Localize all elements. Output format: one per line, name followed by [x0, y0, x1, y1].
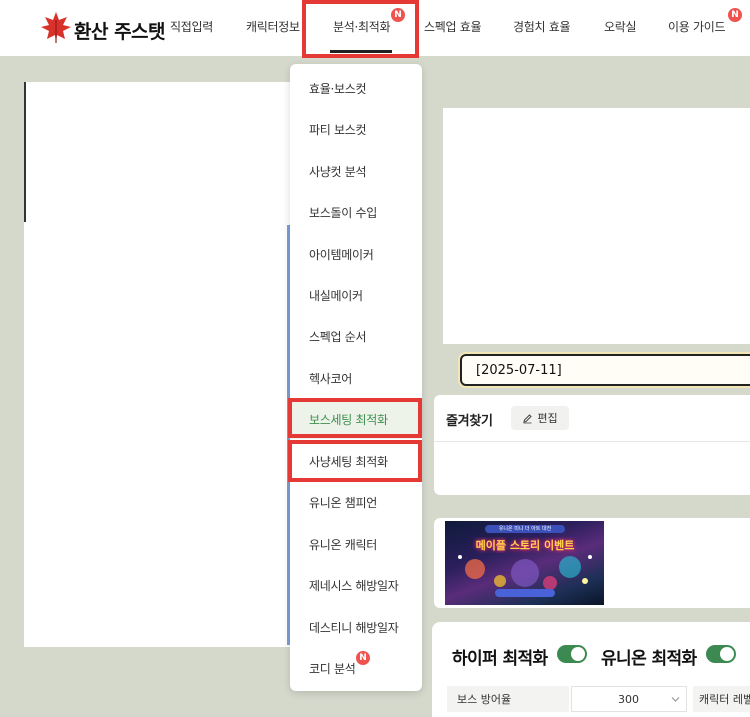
- nav-exp-efficiency[interactable]: 경험치 효율: [513, 18, 571, 35]
- banner-art-graphic: [458, 555, 592, 590]
- left-content-panel: [24, 82, 290, 647]
- nav-character-info[interactable]: 캐릭터정보: [246, 18, 300, 35]
- new-badge-analysis: N: [391, 8, 405, 22]
- boss-defense-input[interactable]: 300: [571, 686, 687, 712]
- menu-item-boss-setting[interactable]: 보스세팅 최적화: [290, 399, 422, 439]
- union-optimize-label: 유니온 최적화: [601, 649, 697, 669]
- menu-item-inner-maker[interactable]: 내실메이커: [290, 275, 422, 315]
- banner-pill: 유니온 미니 더 아트 대전: [485, 525, 565, 533]
- char-level-label: 캐릭터 레벨: [699, 693, 750, 706]
- char-level-label-cell: 캐릭터 레벨: [693, 686, 750, 712]
- maple-leaf-icon: [41, 12, 71, 43]
- favorites-divider: [434, 441, 750, 442]
- boss-defense-label: 보스 방어율: [457, 693, 512, 706]
- union-optimize-toggle[interactable]: [706, 645, 736, 663]
- menu-item-union-champion[interactable]: 유니온 챔피언: [290, 482, 422, 522]
- date-field[interactable]: [2025-07-11]: [460, 354, 750, 386]
- nav-direct-input[interactable]: 직접입력: [170, 18, 213, 35]
- menu-item-union-character[interactable]: 유니온 캐릭터: [290, 524, 422, 564]
- pencil-icon: [523, 413, 533, 423]
- menu-item-destiny-date[interactable]: 데스티니 해방일자: [290, 607, 422, 647]
- menu-item-party-bosscut[interactable]: 파티 보스컷: [290, 109, 422, 149]
- logo-text: 환산 주스탯: [74, 20, 166, 43]
- banner-sub-pill: [495, 589, 555, 597]
- logo[interactable]: 환산 주스탯: [40, 8, 166, 46]
- favorites-title: 즐겨찾기: [446, 414, 493, 429]
- boss-defense-value: 300: [618, 692, 639, 706]
- nav-user-guide[interactable]: 이용 가이드: [668, 18, 726, 35]
- boss-defense-label-cell: 보스 방어율: [447, 686, 569, 712]
- menu-item-hunt-analysis[interactable]: 사냥컷 분석: [290, 151, 422, 191]
- menu-item-hunt-setting[interactable]: 사냥세팅 최적화: [290, 441, 422, 481]
- new-badge-cody: N: [356, 651, 370, 665]
- menu-item-item-maker[interactable]: 아이템메이커: [290, 234, 422, 274]
- menu-item-boss-income[interactable]: 보스돌이 수입: [290, 192, 422, 232]
- menu-item-hexa-core[interactable]: 헥사코어: [290, 358, 422, 398]
- menu-item-genesis-date[interactable]: 제네시스 해방일자: [290, 565, 422, 605]
- analysis-dropdown-menu: 효율·보스컷 파티 보스컷 사냥컷 분석 보스돌이 수입 아이템메이커 내실메이…: [290, 64, 422, 691]
- edit-button-label: 편집: [537, 412, 558, 425]
- hyper-optimize-toggle[interactable]: [557, 645, 587, 663]
- hyper-optimize-label: 하이퍼 최적화: [452, 649, 548, 669]
- menu-item-specup-order[interactable]: 스펙업 순서: [290, 316, 422, 356]
- nav-specup-efficiency[interactable]: 스펙업 효율: [424, 18, 482, 35]
- edit-favorites-button[interactable]: 편집: [511, 406, 569, 430]
- event-banner-image[interactable]: 유니온 미니 더 아트 대전 메이플 스토리 이벤트: [445, 521, 604, 605]
- new-badge-guide: N: [728, 8, 742, 22]
- chevron-down-icon: [671, 697, 680, 702]
- menu-item-efficiency-bosscut[interactable]: 효율·보스컷: [290, 68, 422, 108]
- nav-arcade[interactable]: 오락실: [604, 18, 637, 35]
- left-panel-border: [24, 82, 26, 222]
- right-top-panel: [443, 108, 750, 344]
- top-navigation-bar: 환산 주스탯 직접입력 캐릭터정보 분석·최적화 스펙업 효율 경험치 효율 오…: [0, 0, 750, 58]
